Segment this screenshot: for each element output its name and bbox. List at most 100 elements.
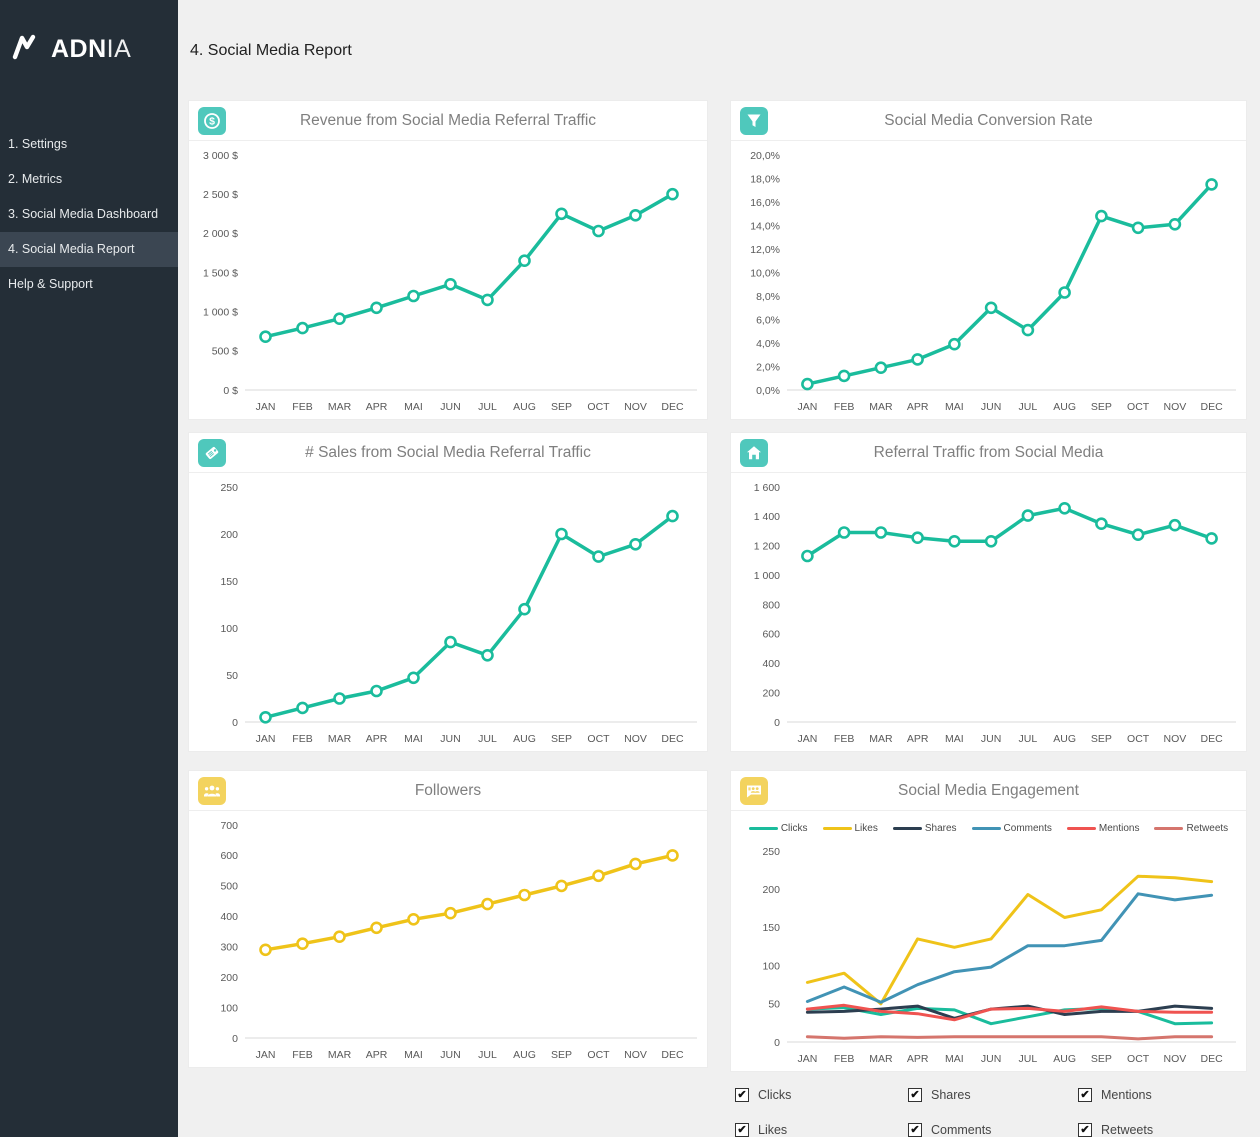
checkbox-retweets[interactable]: ✔ Retweets	[1078, 1123, 1247, 1137]
panel-followers: Followers 7006005004003002001000JANFEBMA…	[188, 770, 708, 1068]
panel-sales: # Sales from Social Media Referral Traff…	[188, 432, 708, 752]
adnia-logo-icon	[12, 34, 42, 65]
legend-item-shares: Shares	[893, 823, 957, 834]
svg-text:MAR: MAR	[328, 401, 352, 413]
checkbox-comments-box[interactable]: ✔	[908, 1123, 922, 1137]
svg-text:100: 100	[762, 960, 780, 972]
dollar-icon: $	[198, 107, 226, 135]
legend-label: Comments	[1004, 823, 1052, 834]
svg-text:1 600: 1 600	[754, 482, 780, 494]
svg-text:JUN: JUN	[440, 1049, 460, 1061]
svg-text:SEP: SEP	[551, 1049, 572, 1061]
legend-item-retweets: Retweets	[1154, 823, 1228, 834]
checkbox-retweets-box[interactable]: ✔	[1078, 1123, 1092, 1137]
checkbox-comments-label: Comments	[931, 1123, 991, 1137]
svg-text:NOV: NOV	[624, 733, 647, 745]
checkbox-likes-box[interactable]: ✔	[735, 1123, 749, 1137]
svg-text:OCT: OCT	[1127, 1053, 1150, 1065]
svg-text:MAI: MAI	[404, 733, 423, 745]
svg-text:1 500 $: 1 500 $	[203, 267, 238, 279]
checkbox-clicks-box[interactable]: ✔	[735, 1088, 749, 1102]
chart-title-referral-traffic: Referral Traffic from Social Media	[731, 433, 1246, 473]
svg-text:150: 150	[220, 576, 238, 588]
svg-text:NOV: NOV	[1163, 1053, 1186, 1065]
panel-engagement: Social Media Engagement ClicksLikesShare…	[730, 770, 1247, 1072]
legend-swatch	[893, 827, 922, 830]
svg-text:JUL: JUL	[478, 1049, 497, 1061]
svg-text:MAR: MAR	[328, 733, 352, 745]
svg-text:MAR: MAR	[328, 1049, 352, 1061]
svg-text:MAR: MAR	[869, 733, 893, 745]
svg-text:0: 0	[774, 1037, 780, 1049]
svg-text:50: 50	[768, 999, 780, 1011]
svg-text:JUN: JUN	[981, 401, 1001, 413]
svg-text:MAI: MAI	[404, 1049, 423, 1061]
svg-text:6,0%: 6,0%	[756, 314, 780, 326]
checkbox-mentions-label: Mentions	[1101, 1088, 1152, 1102]
sidebar-item-metrics[interactable]: 2. Metrics	[0, 162, 178, 197]
svg-text:DEC: DEC	[1201, 401, 1224, 413]
checkbox-shares-box[interactable]: ✔	[908, 1088, 922, 1102]
svg-text:JUL: JUL	[478, 733, 497, 745]
svg-text:JAN: JAN	[256, 1049, 276, 1061]
svg-text:FEB: FEB	[834, 401, 854, 413]
checkbox-comments[interactable]: ✔ Comments	[908, 1123, 1078, 1137]
legend-label: Retweets	[1186, 823, 1228, 834]
sidebar-item-social-media-report[interactable]: 4. Social Media Report	[0, 232, 178, 267]
svg-text:JAN: JAN	[256, 401, 276, 413]
engagement-legend: ClicksLikesSharesCommentsMentionsRetweet…	[731, 811, 1246, 837]
home-icon	[740, 439, 768, 467]
svg-text:MAI: MAI	[945, 1053, 964, 1065]
svg-text:200: 200	[762, 884, 780, 896]
svg-text:MAI: MAI	[945, 733, 964, 745]
followers-chart: 7006005004003002001000JANFEBMARAPRMAIJUN…	[189, 811, 707, 1066]
svg-text:600: 600	[762, 629, 780, 641]
legend-swatch	[749, 827, 778, 830]
svg-text:JUN: JUN	[981, 1053, 1001, 1065]
legend-label: Clicks	[781, 823, 808, 834]
legend-item-comments: Comments	[972, 823, 1052, 834]
legend-item-likes: Likes	[823, 823, 878, 834]
svg-text:500: 500	[220, 881, 238, 893]
checkbox-retweets-label: Retweets	[1101, 1123, 1153, 1137]
legend-swatch	[823, 827, 852, 830]
referral-traffic-chart: 1 6001 4001 2001 0008006004002000JANFEBM…	[731, 473, 1246, 750]
svg-text:APR: APR	[907, 733, 929, 745]
adnia-logo-text: ADNIA	[51, 35, 131, 64]
checkbox-clicks[interactable]: ✔ Clicks	[735, 1088, 908, 1102]
svg-text:OCT: OCT	[587, 1049, 610, 1061]
svg-text:1 400: 1 400	[754, 511, 780, 523]
adnia-logo: ADNIA	[0, 0, 178, 65]
svg-text:0: 0	[774, 717, 780, 729]
funnel-icon	[740, 107, 768, 135]
chart-title-revenue: Revenue from Social Media Referral Traff…	[189, 101, 707, 141]
svg-text:1 200: 1 200	[754, 541, 780, 553]
checkbox-shares[interactable]: ✔ Shares	[908, 1088, 1078, 1102]
svg-text:3 000 $: 3 000 $	[203, 150, 238, 162]
sidebar-item-settings[interactable]: 1. Settings	[0, 127, 178, 162]
checkbox-mentions-box[interactable]: ✔	[1078, 1088, 1092, 1102]
svg-text:0 $: 0 $	[223, 385, 238, 397]
svg-text:JUL: JUL	[1019, 1053, 1038, 1065]
checkbox-likes[interactable]: ✔ Likes	[735, 1123, 908, 1137]
svg-text:1 000: 1 000	[754, 570, 780, 582]
svg-text:FEB: FEB	[292, 733, 312, 745]
svg-text:JUL: JUL	[478, 401, 497, 413]
svg-text:DEC: DEC	[661, 401, 684, 413]
svg-text:100: 100	[220, 623, 238, 635]
sidebar-nav: 1. Settings 2. Metrics 3. Social Media D…	[0, 127, 178, 302]
legend-swatch	[972, 827, 1001, 830]
svg-text:APR: APR	[366, 1049, 388, 1061]
svg-text:NOV: NOV	[624, 401, 647, 413]
conversion-rate-chart: 20,0%18,0%16,0%14,0%12,0%10,0%8,0%6,0%4,…	[731, 141, 1246, 418]
svg-text:OCT: OCT	[587, 401, 610, 413]
svg-text:2,0%: 2,0%	[756, 361, 780, 373]
sidebar-item-social-media-dashboard[interactable]: 3. Social Media Dashboard	[0, 197, 178, 232]
svg-text:JUN: JUN	[981, 733, 1001, 745]
svg-text:AUG: AUG	[513, 401, 536, 413]
sidebar-item-help-support[interactable]: Help & Support	[0, 267, 178, 302]
svg-text:JAN: JAN	[797, 401, 817, 413]
svg-text:200: 200	[762, 687, 780, 699]
checkbox-mentions[interactable]: ✔ Mentions	[1078, 1088, 1247, 1102]
svg-text:FEB: FEB	[834, 1053, 854, 1065]
